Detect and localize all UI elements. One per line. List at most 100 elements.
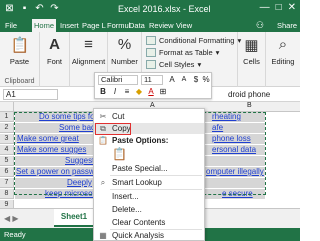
sheet-nav-arrows-icon[interactable]: ◀ ▶ (4, 214, 19, 223)
number-format-icon[interactable]: % (116, 36, 134, 56)
row-number[interactable]: 1 (0, 112, 14, 122)
increase-font-icon[interactable]: A (167, 75, 177, 85)
sheet-tab-sheet1[interactable]: Sheet1 (54, 209, 94, 227)
editing-button[interactable]: Editing (266, 57, 300, 66)
menu-separator (110, 175, 202, 176)
paste-option-clipboard-icon[interactable]: 📋 (112, 147, 127, 161)
font-name-select[interactable]: Calibri (98, 75, 138, 85)
copy-icon: ⧉ (100, 124, 106, 133)
paste-options-header: 📋 Paste Options: (94, 135, 204, 146)
fill-color-icon[interactable]: ◆ (134, 87, 144, 97)
clipboard-group-label: Clipboard (4, 78, 35, 85)
format-table-icon (146, 48, 156, 57)
cell-overflow-text: omputer illegally (206, 167, 264, 176)
menu-item-delete-label: Delete... (112, 205, 142, 214)
format-as-table-button[interactable]: Format as Table ▾ (146, 47, 219, 58)
share-button[interactable]: Share (277, 19, 297, 32)
title-bar: ⊠ ▪ ↶ ↷ Excel 2016.xlsx - Excel — □ ✕ (0, 0, 300, 19)
menu-item-paste-special-label: Paste Special... (112, 164, 168, 173)
clipboard-group: 📋 Paste Clipboard (0, 32, 40, 87)
paste-button[interactable]: Paste (0, 57, 39, 66)
row-number[interactable]: 8 (0, 189, 14, 199)
menu-separator (110, 189, 202, 190)
cell-styles-icon (146, 60, 156, 69)
row-number[interactable]: 3 (0, 134, 14, 144)
number-button[interactable]: Number (108, 57, 141, 66)
chevron-down-icon: ▾ (197, 60, 202, 69)
formula-content[interactable]: droid phone (228, 90, 270, 99)
window-controls: — □ ✕ (260, 2, 296, 13)
menu-item-cut-label: Cut (112, 112, 125, 121)
font-size-select[interactable]: 11 (141, 75, 163, 85)
redo-icon[interactable]: ↷ (49, 3, 60, 14)
percent-icon[interactable]: % (201, 75, 211, 85)
undo-icon[interactable]: ↶ (34, 3, 45, 14)
menu-item-cut[interactable]: ✂ Cut (94, 111, 204, 122)
tab-view[interactable]: View (174, 19, 194, 32)
conditional-formatting-label: Conditional Formatting (159, 36, 235, 45)
tab-review[interactable]: Review (147, 19, 176, 32)
row-number[interactable]: 2 (0, 123, 14, 133)
menu-item-quick-analysis-label: Quick Analysis (112, 231, 165, 240)
row-number[interactable]: 5 (0, 156, 14, 166)
column-header-b[interactable]: B (247, 102, 252, 109)
menu-item-insert-label: Insert... (112, 192, 139, 201)
menu-item-delete[interactable]: Delete... (94, 204, 204, 215)
name-box[interactable]: A1 (3, 89, 58, 100)
borders-icon[interactable]: ⊞ (158, 87, 168, 97)
italic-button[interactable]: I (110, 87, 120, 97)
cells-group: ▦ Cells (238, 32, 266, 87)
person-icon[interactable]: ⚇ (256, 20, 264, 31)
search-icon: ⌕ (100, 178, 106, 187)
save-icon[interactable]: ▪ (19, 3, 30, 14)
paste-options-label: Paste Options: (112, 136, 169, 145)
menu-item-paste-special[interactable]: Paste Special... (94, 163, 204, 174)
cells-icon[interactable]: ▦ (243, 36, 261, 56)
tab-home[interactable]: Home (32, 19, 57, 32)
quick-access-toolbar: ⊠ ▪ ↶ ↷ (4, 3, 60, 14)
cell-styles-label: Cell Styles (159, 60, 195, 69)
currency-icon[interactable]: $ (191, 75, 201, 85)
minimize-button[interactable]: — (260, 2, 270, 13)
close-button[interactable]: ✕ (288, 2, 296, 13)
menu-item-quick-analysis[interactable]: ▦ Quick Analysis (94, 230, 204, 241)
decrease-font-icon[interactable]: A (179, 75, 189, 85)
conditional-formatting-icon (146, 36, 156, 45)
format-as-table-label: Format as Table (159, 48, 213, 57)
alignment-icon[interactable]: ≡ (80, 36, 98, 56)
tab-file[interactable]: File (3, 19, 19, 32)
cell-overflow-text: afe (212, 123, 224, 132)
cell-overflow-text: ersonal data (212, 145, 257, 154)
font-button[interactable]: Font (40, 57, 69, 66)
menu-item-copy-label: Copy (112, 124, 131, 133)
quick-analysis-icon: ▦ (99, 231, 107, 240)
row-number[interactable]: 4 (0, 145, 14, 155)
paste-icon: 📋 (98, 136, 108, 145)
clipboard-paste-icon[interactable]: 📋 (11, 36, 30, 56)
cell-styles-button[interactable]: Cell Styles ▾ (146, 59, 201, 70)
editing-search-icon[interactable]: ⌕ (274, 36, 292, 56)
tab-page-layout[interactable]: Page L (80, 19, 108, 32)
font-icon[interactable]: A (46, 36, 64, 56)
scissors-icon: ✂ (99, 112, 107, 121)
menu-item-smart-lookup[interactable]: ⌕ Smart Lookup (94, 177, 204, 188)
maximize-button[interactable]: □ (276, 2, 282, 13)
menu-item-clear-contents-label: Clear Contents (112, 218, 166, 227)
row-number[interactable]: 7 (0, 178, 14, 188)
menu-item-clear-contents[interactable]: Clear Contents (94, 217, 204, 228)
conditional-formatting-button[interactable]: Conditional Formatting ▾ (146, 35, 241, 46)
menu-item-insert[interactable]: Insert... (94, 191, 204, 202)
align-center-icon[interactable]: ≡ (122, 87, 132, 97)
tab-insert[interactable]: Insert (58, 19, 81, 32)
alignment-button[interactable]: Alignment (70, 57, 107, 66)
tab-data[interactable]: Data (127, 19, 147, 32)
chevron-down-icon: ▾ (215, 48, 220, 57)
menu-item-copy[interactable]: ⧉ Copy (94, 123, 204, 134)
font-group: A Font (40, 32, 70, 87)
select-all-corner[interactable] (0, 102, 14, 112)
bold-button[interactable]: B (98, 87, 108, 97)
cell-overflow-text: e secure (222, 189, 253, 198)
cells-button[interactable]: Cells (238, 57, 265, 66)
font-color-icon[interactable]: A (146, 87, 156, 97)
row-number[interactable]: 6 (0, 167, 14, 177)
